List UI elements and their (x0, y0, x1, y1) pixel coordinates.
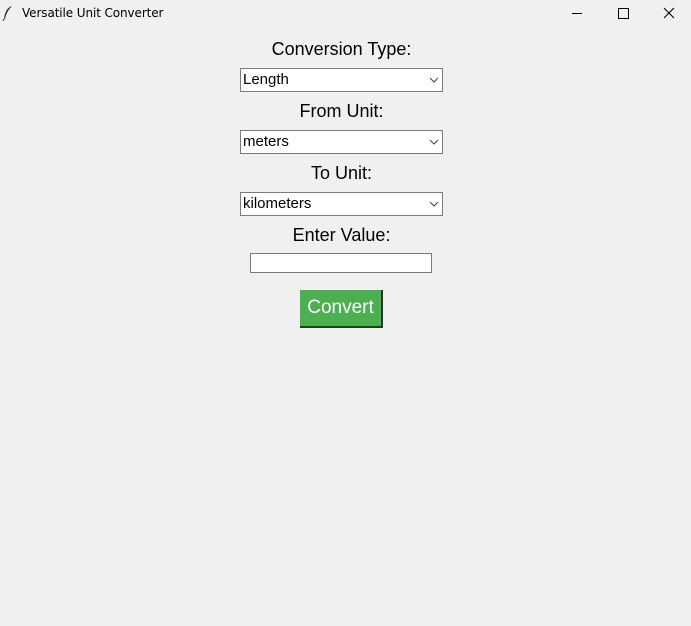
close-icon (663, 7, 675, 19)
title-bar: Versatile Unit Converter (0, 0, 691, 28)
conversion-type-value: Length (243, 71, 289, 88)
chevron-down-icon (429, 139, 439, 145)
close-button[interactable] (646, 0, 691, 28)
window-title: Versatile Unit Converter (22, 6, 164, 20)
minimize-button[interactable] (554, 0, 600, 28)
chevron-down-icon (429, 77, 439, 83)
conversion-type-label: Conversion Type: (271, 39, 412, 59)
enter-value-label: Enter Value: (292, 225, 391, 245)
to-unit-label: To Unit: (310, 163, 373, 183)
to-unit-select[interactable]: kilometers (240, 192, 443, 216)
conversion-type-select[interactable]: Length (240, 68, 443, 92)
feather-icon (2, 6, 12, 21)
from-unit-label: From Unit: (299, 101, 384, 121)
minimize-icon (572, 13, 582, 14)
from-unit-value: meters (243, 133, 289, 150)
chevron-down-icon (429, 201, 439, 207)
maximize-button[interactable] (600, 0, 646, 28)
convert-button[interactable]: Convert (300, 290, 383, 328)
maximize-icon (618, 8, 629, 19)
to-unit-value: kilometers (243, 195, 312, 212)
from-unit-select[interactable]: meters (240, 130, 443, 154)
value-input[interactable] (250, 253, 432, 273)
